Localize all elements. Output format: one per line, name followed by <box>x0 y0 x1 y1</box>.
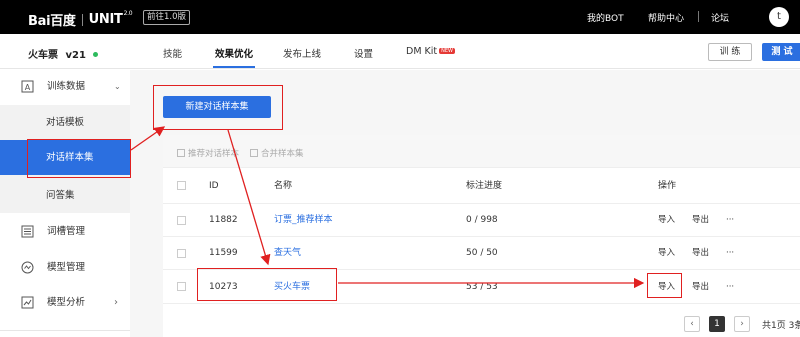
annotation-arrows <box>130 126 645 289</box>
arrow-sidebar-to-button <box>130 126 166 151</box>
arrow-button-to-row <box>227 129 271 266</box>
